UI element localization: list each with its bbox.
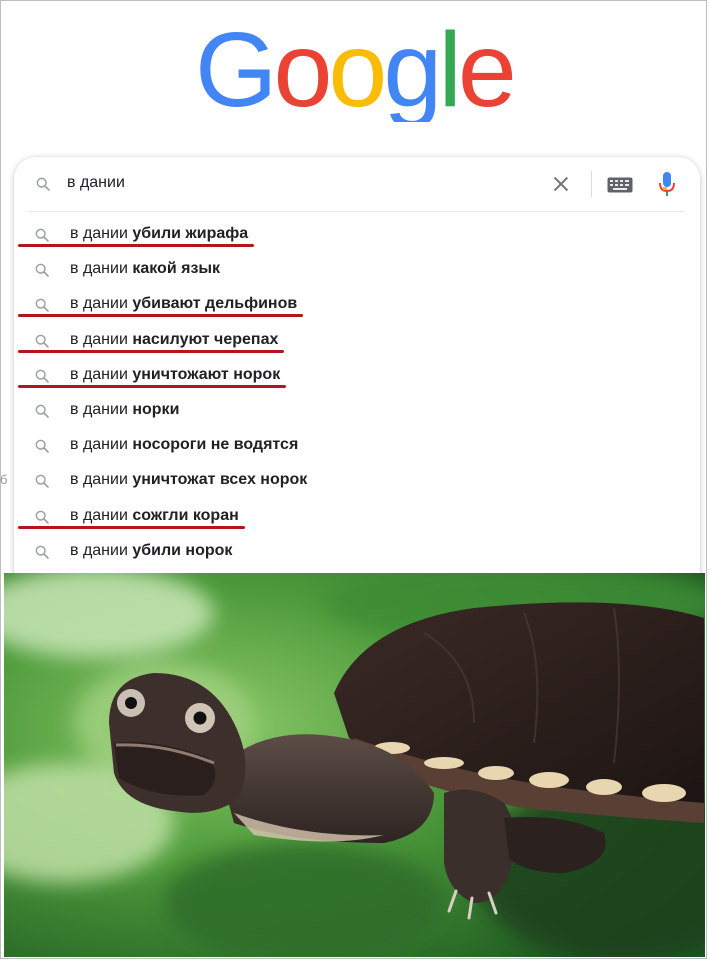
keyboard-icon[interactable]	[607, 177, 633, 193]
search-icon	[35, 545, 49, 559]
suggestion-completion: норки	[132, 400, 180, 418]
search-divider	[29, 211, 685, 212]
suggestion-text: в дании какой язык	[70, 260, 220, 278]
suggestion-item[interactable]: в дании норки	[14, 393, 700, 428]
suggestion-item[interactable]: в дании насилуют черепах	[14, 323, 700, 358]
search-icon	[35, 474, 49, 489]
suggestion-query: в дании	[70, 471, 133, 489]
suggestion-completion: уничтожают норок	[132, 365, 281, 383]
suggestion-completion: сожгли коран	[132, 506, 239, 524]
suggestion-query: в дании	[70, 506, 133, 524]
suggestion-query: в дании	[70, 365, 133, 383]
search-icon	[35, 439, 49, 453]
suggestion-completion: насилуют черепах	[132, 330, 279, 348]
suggestion-query: в дании	[70, 330, 133, 348]
google-logo: Google	[195, 11, 517, 122]
search-icon	[35, 334, 49, 348]
search-bar[interactable]	[14, 157, 700, 211]
suggestion-item[interactable]: в дании убили норок	[14, 534, 700, 569]
suggestion-completion: носороги не водятся	[132, 436, 299, 454]
suggestion-item[interactable]: в дании уничтожат всех норок	[14, 463, 700, 498]
suggestion-item[interactable]: в дании какой язык	[14, 252, 700, 287]
suggestion-item[interactable]: в дании убили жирафа	[14, 217, 700, 252]
logo-letter-3: g	[383, 11, 438, 122]
logo-letter-4: l	[438, 11, 458, 122]
search-icon	[35, 228, 49, 242]
suggestion-query: в дании	[70, 400, 133, 418]
search-icon	[35, 298, 49, 313]
logo-letter-5: e	[458, 11, 513, 122]
logo-letter-1: o	[273, 11, 328, 122]
suggestion-list: в дании убили жирафа в дании какой язык в …	[14, 217, 700, 569]
svg-text:Google: Google	[195, 11, 513, 122]
red-underline	[18, 314, 303, 318]
suggestion-query: в дании	[70, 541, 133, 559]
search-icon	[35, 263, 49, 277]
left-edge-text: б	[0, 472, 8, 486]
suggestion-text: в дании носороги не водятся	[70, 436, 298, 454]
red-underline	[18, 384, 286, 388]
search-icon	[36, 177, 50, 191]
search-icon	[35, 404, 49, 418]
suggestion-text: в дании уничтожат всех норок	[70, 471, 307, 489]
divider	[591, 171, 592, 197]
turtle-photo	[4, 573, 705, 957]
microphone-icon[interactable]	[658, 171, 676, 197]
suggestion-query: в дании	[70, 260, 133, 278]
red-underline	[18, 349, 284, 353]
suggestion-completion: какой язык	[132, 260, 221, 278]
close-icon[interactable]	[550, 173, 572, 195]
search-icon	[35, 369, 49, 383]
suggestion-item[interactable]: в дании носороги не водятся	[14, 428, 700, 463]
suggestion-query: в дании	[70, 295, 133, 313]
suggestion-text: в дании сожгли коран	[70, 507, 239, 525]
suggestion-text: в дании убили норок	[70, 542, 232, 560]
suggestion-completion: убивают дельфинов	[132, 295, 298, 313]
logo-letter-0: G	[195, 11, 273, 122]
suggestion-text: в дании убивают дельфинов	[70, 295, 297, 313]
suggestion-text: в дании убили жирафа	[70, 225, 248, 243]
suggestion-query: в дании	[70, 436, 133, 454]
red-underline	[18, 244, 254, 247]
search-input[interactable]	[67, 174, 517, 192]
suggestion-text: в дании уничтожают норок	[70, 366, 280, 384]
suggestion-completion: убили норок	[132, 541, 233, 559]
search-icon	[35, 510, 49, 524]
search-box: в дании убили жирафав дании какой языкв …	[14, 157, 700, 577]
logo-letter-2: o	[328, 11, 383, 122]
suggestion-text: в дании насилуют черепах	[70, 331, 278, 349]
suggestion-item[interactable]: в дании убивают дельфинов	[14, 287, 700, 322]
suggestion-completion: уничтожат всех норок	[132, 471, 308, 489]
suggestion-text: в дании норки	[70, 401, 179, 419]
suggestion-item[interactable]: в дании уничтожают норок	[14, 358, 700, 393]
suggestion-query: в дании	[70, 225, 133, 242]
suggestion-item[interactable]: в дании сожгли коран	[14, 499, 700, 534]
red-underline	[18, 525, 245, 529]
suggestion-completion: убили жирафа	[132, 225, 249, 242]
